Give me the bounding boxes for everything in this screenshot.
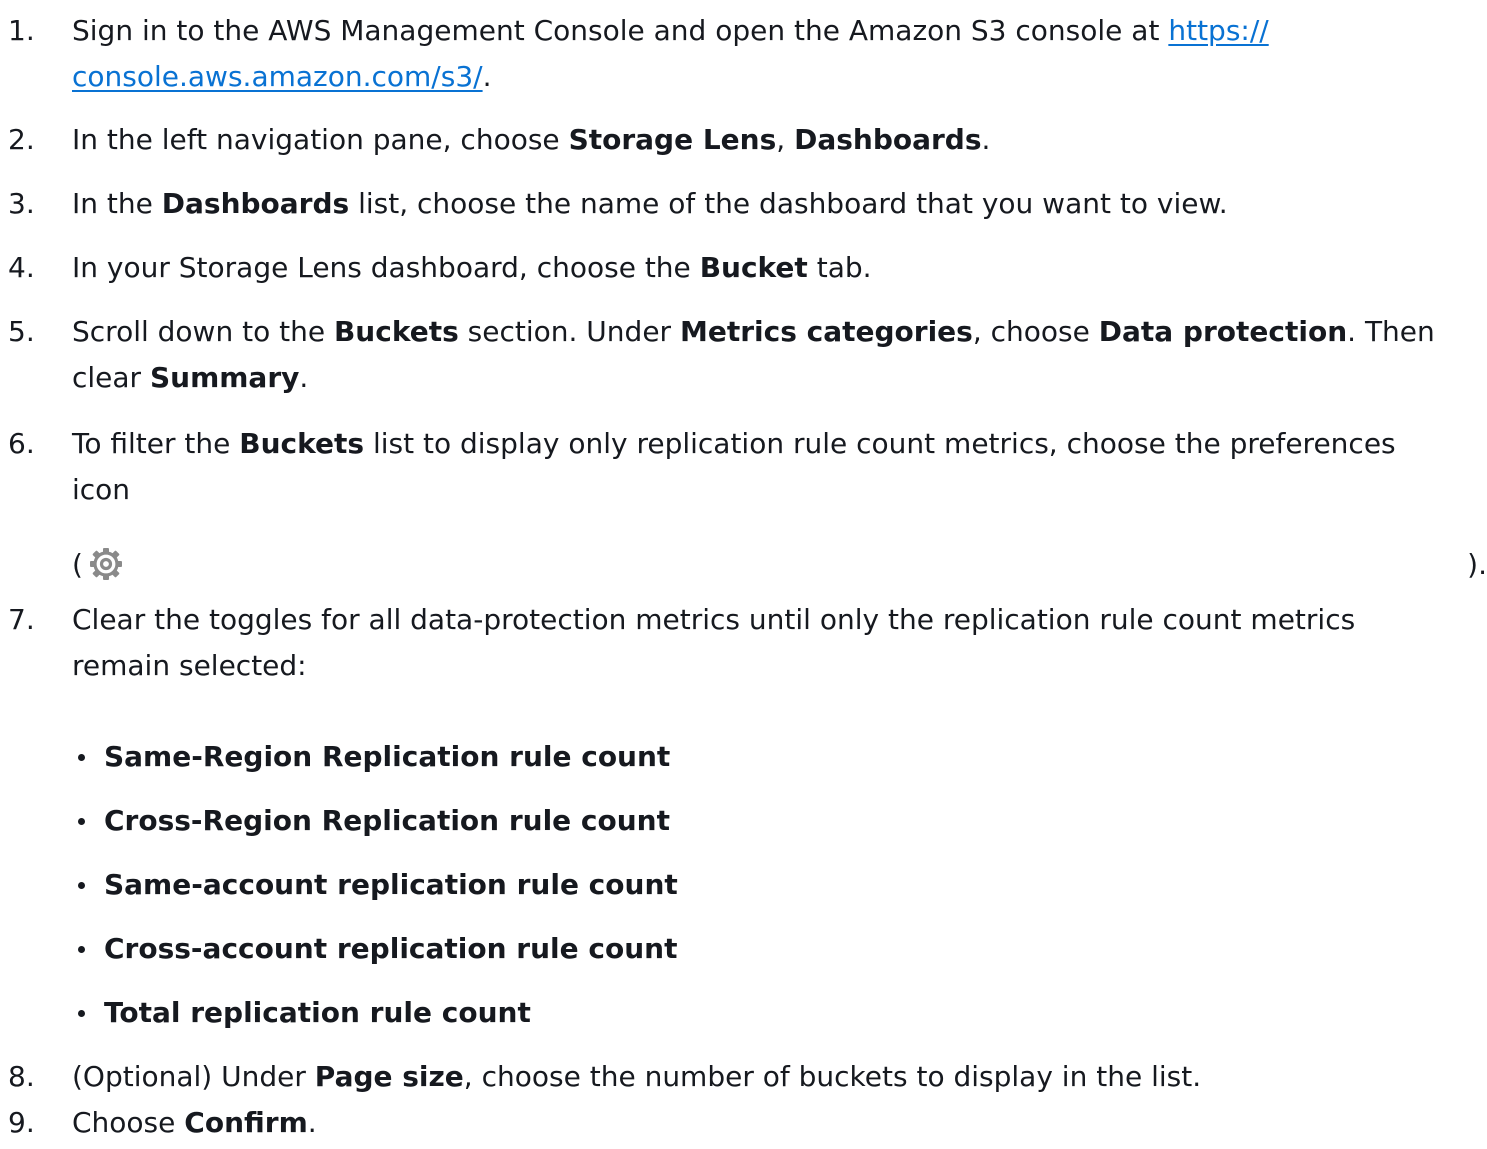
ui-term: Metrics categories xyxy=(679,315,973,348)
step-text-part: tab. xyxy=(807,251,872,284)
step-text: In your Storage Lens dashboard, choose t… xyxy=(72,245,1452,291)
metric-name: Cross-Region Replication rule count xyxy=(104,804,671,837)
s3-console-link-continued[interactable]: console.aws.amazon.com/s3/ xyxy=(72,60,483,93)
step-text: To filter the Buckets list to display on… xyxy=(72,421,1452,513)
bullet-dot xyxy=(78,818,85,825)
ui-term: Summary xyxy=(149,361,300,394)
step-number: 1. xyxy=(8,14,35,47)
step-number: 6. xyxy=(8,427,35,460)
step-text-part: , choose the number of buckets to displa… xyxy=(463,1060,1202,1093)
step-number: 2. xyxy=(8,123,35,156)
step-text-part: . xyxy=(981,123,991,156)
document-page: 1. Sign in to the AWS Management Console… xyxy=(0,0,1487,1149)
step-text-part: list, choose the name of the dashboard t… xyxy=(349,187,1228,220)
step-text: Clear the toggles for all data-protectio… xyxy=(72,597,1452,689)
step-text-part: . xyxy=(307,1106,317,1139)
gear-icon xyxy=(90,548,122,580)
ui-term: Dashboards xyxy=(794,123,982,156)
step-text-part: In the xyxy=(72,187,162,220)
step-number: 4. xyxy=(8,251,35,284)
step-text-part: Sign in to the AWS Management Console an… xyxy=(72,14,1169,47)
paren-close: ). xyxy=(1467,548,1487,581)
step-text: In the left navigation pane, choose Stor… xyxy=(72,117,1452,163)
step-text-part: In the left navigation pane, choose xyxy=(72,123,569,156)
metric-name: Total replication rule count xyxy=(104,996,531,1029)
preferences-icon-line: (). xyxy=(72,542,1487,588)
step-text-part: To filter the xyxy=(72,427,240,460)
step-text: In the Dashboards list, choose the name … xyxy=(72,181,1452,227)
bullet-dot xyxy=(78,754,85,761)
ui-term: Confirm xyxy=(184,1106,308,1139)
step-text: (Optional) Under Page size, choose the n… xyxy=(72,1054,1452,1100)
step-text-part: list to display only replication rule co… xyxy=(364,427,1396,460)
step-text: Sign in to the AWS Management Console an… xyxy=(72,8,1452,100)
step-text: Scroll down to the Buckets section. Unde… xyxy=(72,309,1452,401)
step-text-part: Choose xyxy=(72,1106,185,1139)
step-text: Choose Confirm. xyxy=(72,1100,1452,1146)
step-text-part: Clear the toggles for all data-protectio… xyxy=(72,603,1356,636)
step-text-part: icon xyxy=(72,473,131,506)
ui-term: Buckets xyxy=(333,315,459,348)
step-text-part: clear xyxy=(72,361,150,394)
step-text-part: . xyxy=(299,361,309,394)
step-number: 3. xyxy=(8,187,35,220)
step-number: 7. xyxy=(8,603,35,636)
step-number: 9. xyxy=(8,1106,35,1139)
s3-console-link[interactable]: https:// xyxy=(1168,14,1268,47)
step-text-part: , choose xyxy=(972,315,1099,348)
step-text-part: In your Storage Lens dashboard, choose t… xyxy=(72,251,700,284)
step-text-part: , xyxy=(776,123,795,156)
ui-term: Buckets xyxy=(239,427,365,460)
step-text-part: Scroll down to the xyxy=(72,315,334,348)
ui-term: Page size xyxy=(314,1060,464,1093)
ui-term: Dashboards xyxy=(161,187,350,220)
metric-name: Same-Region Replication rule count xyxy=(104,740,671,773)
step-text-part: . xyxy=(482,60,492,93)
metric-name: Same-account replication rule count xyxy=(104,868,678,901)
step-text-part: (Optional) Under xyxy=(72,1060,315,1093)
step-number: 8. xyxy=(8,1060,35,1093)
ui-term: Storage Lens xyxy=(568,123,777,156)
bullet-dot xyxy=(78,1010,85,1017)
step-text-part: . Then xyxy=(1347,315,1435,348)
bullet-dot xyxy=(78,946,85,953)
ui-term: Data protection xyxy=(1098,315,1348,348)
metric-name: Cross-account replication rule count xyxy=(104,932,678,965)
ui-term: Bucket xyxy=(699,251,808,284)
step-number: 5. xyxy=(8,315,35,348)
bullet-dot xyxy=(78,882,85,889)
step-text-part: section. Under xyxy=(458,315,680,348)
step-text-part: remain selected: xyxy=(72,649,307,682)
paren-open: ( xyxy=(72,548,83,581)
